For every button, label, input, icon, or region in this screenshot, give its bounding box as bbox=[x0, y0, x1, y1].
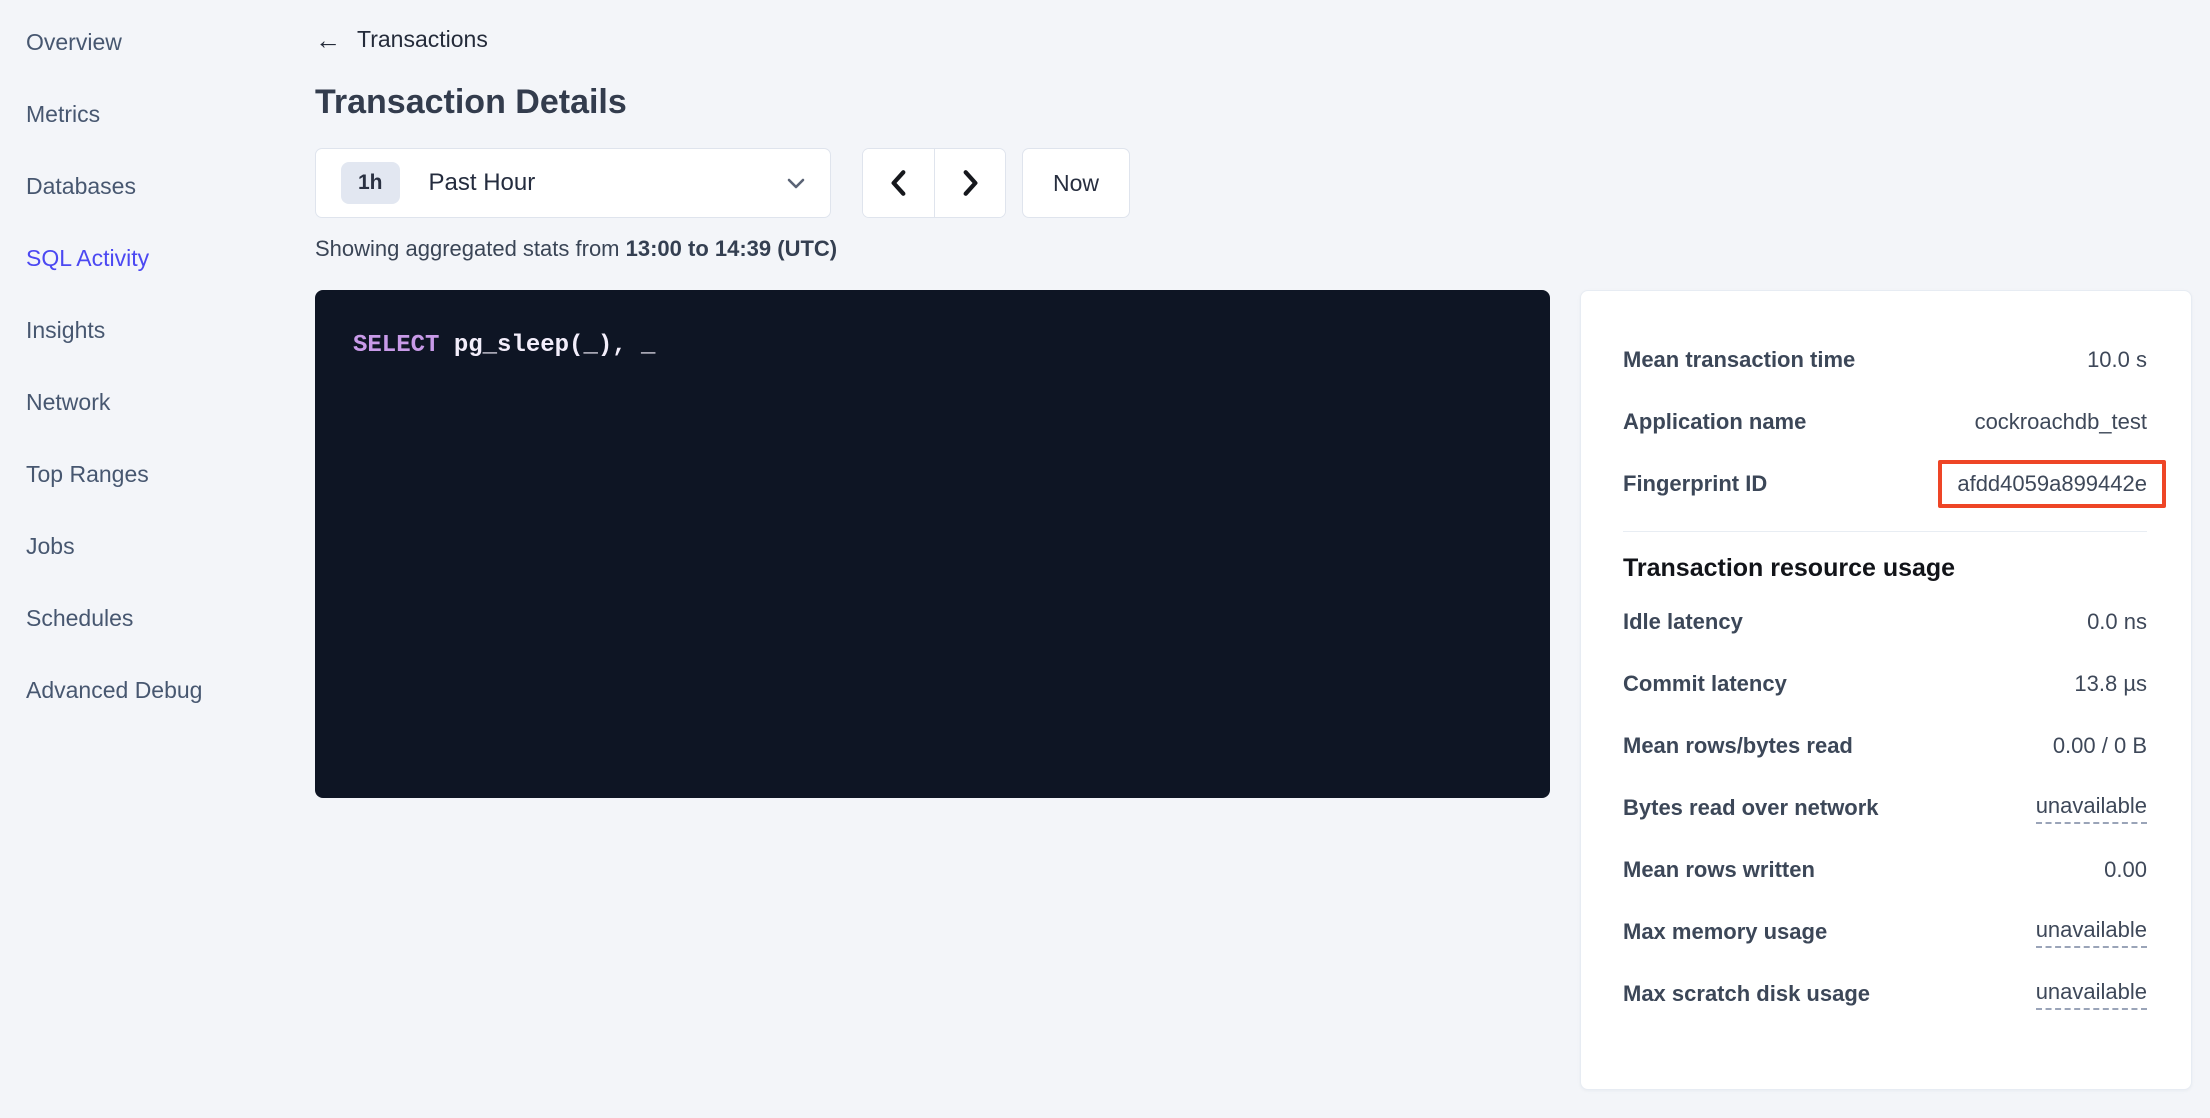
resource-row-mean-rows-written: Mean rows written 0.00 bbox=[1623, 839, 2147, 901]
sidebar-item-schedules[interactable]: Schedules bbox=[0, 582, 300, 654]
resource-row-max-scratch-disk-usage: Max scratch disk usage unavailable bbox=[1623, 963, 2147, 1025]
sql-statement-box: SELECT pg_sleep(_), _ bbox=[315, 290, 1550, 798]
aggregated-stats-caption: Showing aggregated stats from 13:00 to 1… bbox=[315, 236, 2210, 262]
sidebar-item-sql-activity[interactable]: SQL Activity bbox=[0, 222, 300, 294]
detail-label: Fingerprint ID bbox=[1623, 471, 1767, 497]
resource-row-commit-latency: Commit latency 13.8 µs bbox=[1623, 653, 2147, 715]
now-button[interactable]: Now bbox=[1022, 148, 1130, 218]
resource-row-mean-rows-bytes-read: Mean rows/bytes read 0.00 / 0 B bbox=[1623, 715, 2147, 777]
detail-value: 13.8 µs bbox=[2074, 671, 2147, 697]
breadcrumb-transactions-link[interactable]: ← Transactions bbox=[315, 26, 488, 53]
chevron-down-icon bbox=[784, 171, 808, 195]
sidebar-item-top-ranges[interactable]: Top Ranges bbox=[0, 438, 300, 510]
time-interval-badge: 1h bbox=[341, 162, 400, 204]
chevron-left-icon bbox=[886, 168, 912, 198]
sql-statement-text: pg_sleep(_), _ bbox=[439, 332, 655, 359]
resource-row-bytes-read-over-network: Bytes read over network unavailable bbox=[1623, 777, 2147, 839]
detail-label: Application name bbox=[1623, 409, 1806, 435]
breadcrumb-label: Transactions bbox=[357, 26, 488, 53]
sidebar-item-databases[interactable]: Databases bbox=[0, 150, 300, 222]
chevron-right-icon bbox=[957, 168, 983, 198]
detail-label: Max memory usage bbox=[1623, 919, 1827, 945]
sql-keyword: SELECT bbox=[353, 332, 439, 359]
stats-caption-prefix: Showing aggregated stats from bbox=[315, 236, 626, 261]
page-title: Transaction Details bbox=[315, 83, 2210, 122]
fingerprint-id-value: afdd4059a899442e bbox=[1957, 471, 2147, 496]
detail-label: Mean rows/bytes read bbox=[1623, 733, 1853, 759]
detail-label: Idle latency bbox=[1623, 609, 1743, 635]
sidebar: Overview Metrics Databases SQL Activity … bbox=[0, 0, 300, 1118]
next-time-range-button[interactable] bbox=[934, 149, 1005, 217]
detail-value-unavailable: unavailable bbox=[2036, 917, 2147, 948]
detail-value-unavailable: unavailable bbox=[2036, 793, 2147, 824]
detail-label: Bytes read over network bbox=[1623, 795, 1879, 821]
sidebar-item-overview[interactable]: Overview bbox=[0, 6, 300, 78]
sidebar-item-advanced-debug[interactable]: Advanced Debug bbox=[0, 654, 300, 726]
fingerprint-id-highlight-box: afdd4059a899442e bbox=[1938, 460, 2166, 508]
content-row: SELECT pg_sleep(_), _ Mean transaction t… bbox=[315, 290, 2210, 1090]
time-range-dropdown[interactable]: 1h Past Hour bbox=[315, 148, 831, 218]
detail-value-unavailable: unavailable bbox=[2036, 979, 2147, 1010]
detail-value: 0.00 / 0 B bbox=[2053, 733, 2147, 759]
detail-label: Commit latency bbox=[1623, 671, 1787, 697]
detail-row-fingerprint-id: Fingerprint ID afdd4059a899442e bbox=[1623, 453, 2147, 515]
time-picker-row: 1h Past Hour Now bbox=[315, 148, 2210, 218]
stats-caption-range: 13:00 to 14:39 (UTC) bbox=[626, 236, 838, 261]
resource-row-idle-latency: Idle latency 0.0 ns bbox=[1623, 591, 2147, 653]
detail-label: Mean transaction time bbox=[1623, 347, 1855, 373]
main-content: ← Transactions Transaction Details 1h Pa… bbox=[300, 0, 2210, 1118]
detail-value: 0.0 ns bbox=[2087, 609, 2147, 635]
detail-label: Max scratch disk usage bbox=[1623, 981, 1870, 1007]
detail-row-application-name: Application name cockroachdb_test bbox=[1623, 391, 2147, 453]
detail-label: Mean rows written bbox=[1623, 857, 1815, 883]
detail-value: 10.0 s bbox=[2087, 347, 2147, 373]
back-arrow-icon: ← bbox=[315, 27, 341, 53]
sidebar-item-metrics[interactable]: Metrics bbox=[0, 78, 300, 150]
detail-value: cockroachdb_test bbox=[1975, 409, 2147, 435]
time-step-button-group bbox=[862, 148, 1006, 218]
sidebar-item-insights[interactable]: Insights bbox=[0, 294, 300, 366]
sidebar-item-jobs[interactable]: Jobs bbox=[0, 510, 300, 582]
resource-usage-section-title: Transaction resource usage bbox=[1623, 554, 2147, 583]
previous-time-range-button[interactable] bbox=[863, 149, 934, 217]
card-divider bbox=[1623, 531, 2147, 532]
time-range-selected-value: Past Hour bbox=[429, 169, 784, 197]
sidebar-item-network[interactable]: Network bbox=[0, 366, 300, 438]
resource-row-max-memory-usage: Max memory usage unavailable bbox=[1623, 901, 2147, 963]
detail-value: 0.00 bbox=[2104, 857, 2147, 883]
transaction-details-card: Mean transaction time 10.0 s Application… bbox=[1580, 290, 2192, 1090]
detail-row-mean-transaction-time: Mean transaction time 10.0 s bbox=[1623, 329, 2147, 391]
